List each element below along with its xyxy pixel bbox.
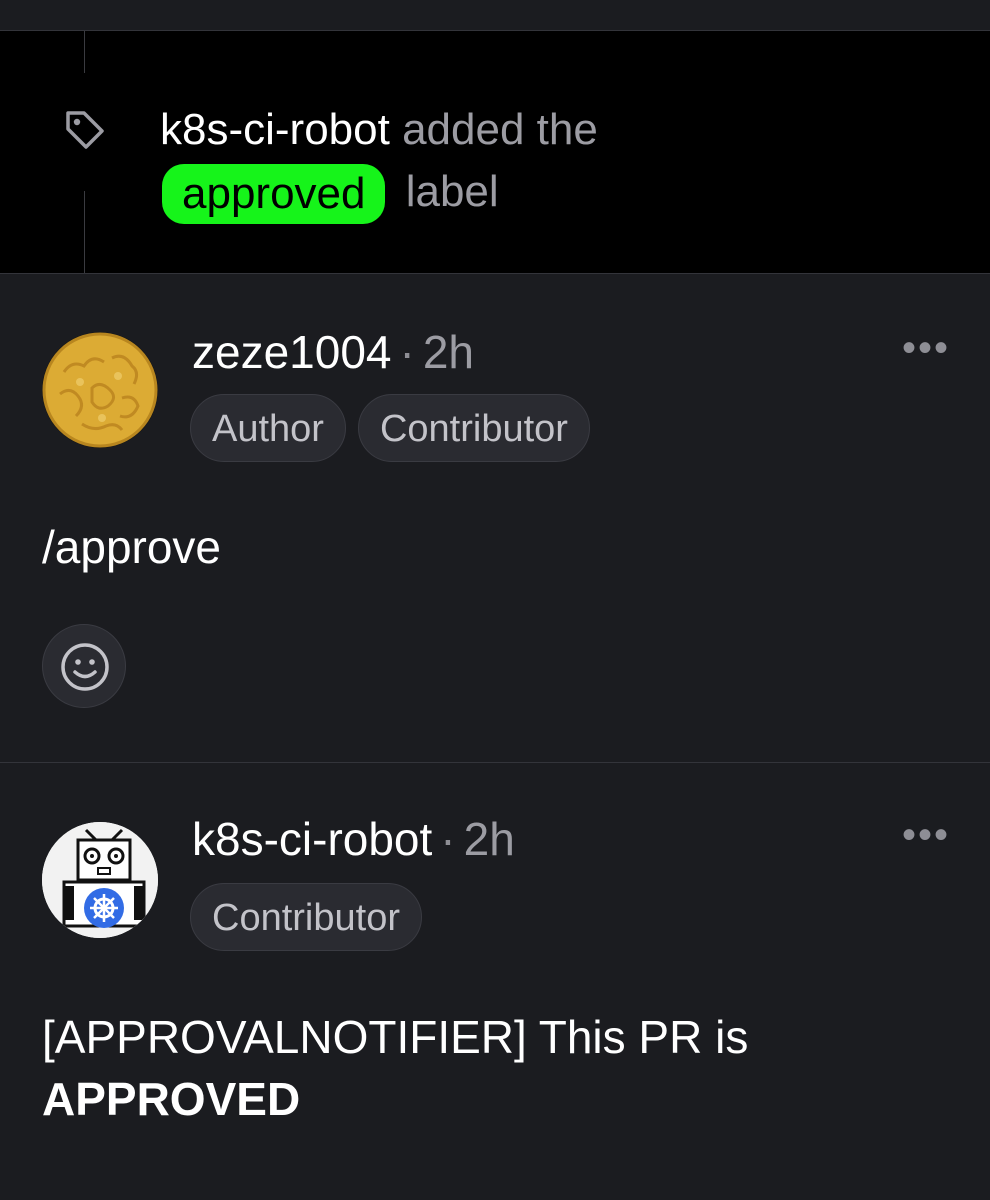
timestamp[interactable]: 2h <box>423 326 474 378</box>
author-name[interactable]: zeze1004 <box>192 326 392 378</box>
comment-body-line: [APPROVALNOTIFIER] This PR is <box>42 1011 749 1063</box>
comment-body-emphasis: APPROVED <box>42 1073 301 1125</box>
timeline-line <box>84 191 85 273</box>
badge-group: Author Contributor <box>190 394 590 462</box>
separator: · <box>399 326 415 378</box>
avatar[interactable] <box>42 822 158 938</box>
tag-icon <box>66 111 104 149</box>
more-options-button[interactable]: ••• <box>902 815 950 855</box>
event-suffix: label <box>405 167 499 216</box>
event-text: k8s-ci-robot added the approved label <box>160 99 940 225</box>
comment: k8s-ci-robot · 2h ••• Contributor [APPROVA… <box>0 763 990 1200</box>
comment-body: [APPROVALNOTIFIER] This PR is APPROVED <box>42 1006 942 1130</box>
event-action: added the <box>402 105 598 154</box>
add-reaction-button[interactable] <box>42 624 126 708</box>
more-options-button[interactable]: ••• <box>902 328 950 368</box>
separator: · <box>440 813 456 865</box>
contributor-badge: Contributor <box>357 394 590 462</box>
label-event: k8s-ci-robot added the approved label <box>0 31 990 274</box>
comment-header: zeze1004 · 2h <box>192 324 474 380</box>
author-name[interactable]: k8s-ci-robot <box>192 813 432 865</box>
event-actor[interactable]: k8s-ci-robot <box>160 105 390 154</box>
timeline-line <box>84 31 85 73</box>
top-strip <box>0 0 990 31</box>
label-badge-approved[interactable]: approved <box>162 164 386 225</box>
author-badge: Author <box>190 394 346 462</box>
timestamp[interactable]: 2h <box>464 813 515 865</box>
pr-timeline: k8s-ci-robot added the approved label ze… <box>0 0 990 1200</box>
comment-body: /approve <box>42 521 222 573</box>
comment: zeze1004 · 2h ••• Author Contributor /appr… <box>0 274 990 763</box>
comment-header: k8s-ci-robot · 2h <box>192 811 515 867</box>
badge-group: Contributor <box>190 883 422 951</box>
avatar[interactable] <box>42 332 158 448</box>
smiley-icon <box>61 643 109 691</box>
contributor-badge: Contributor <box>190 883 422 951</box>
